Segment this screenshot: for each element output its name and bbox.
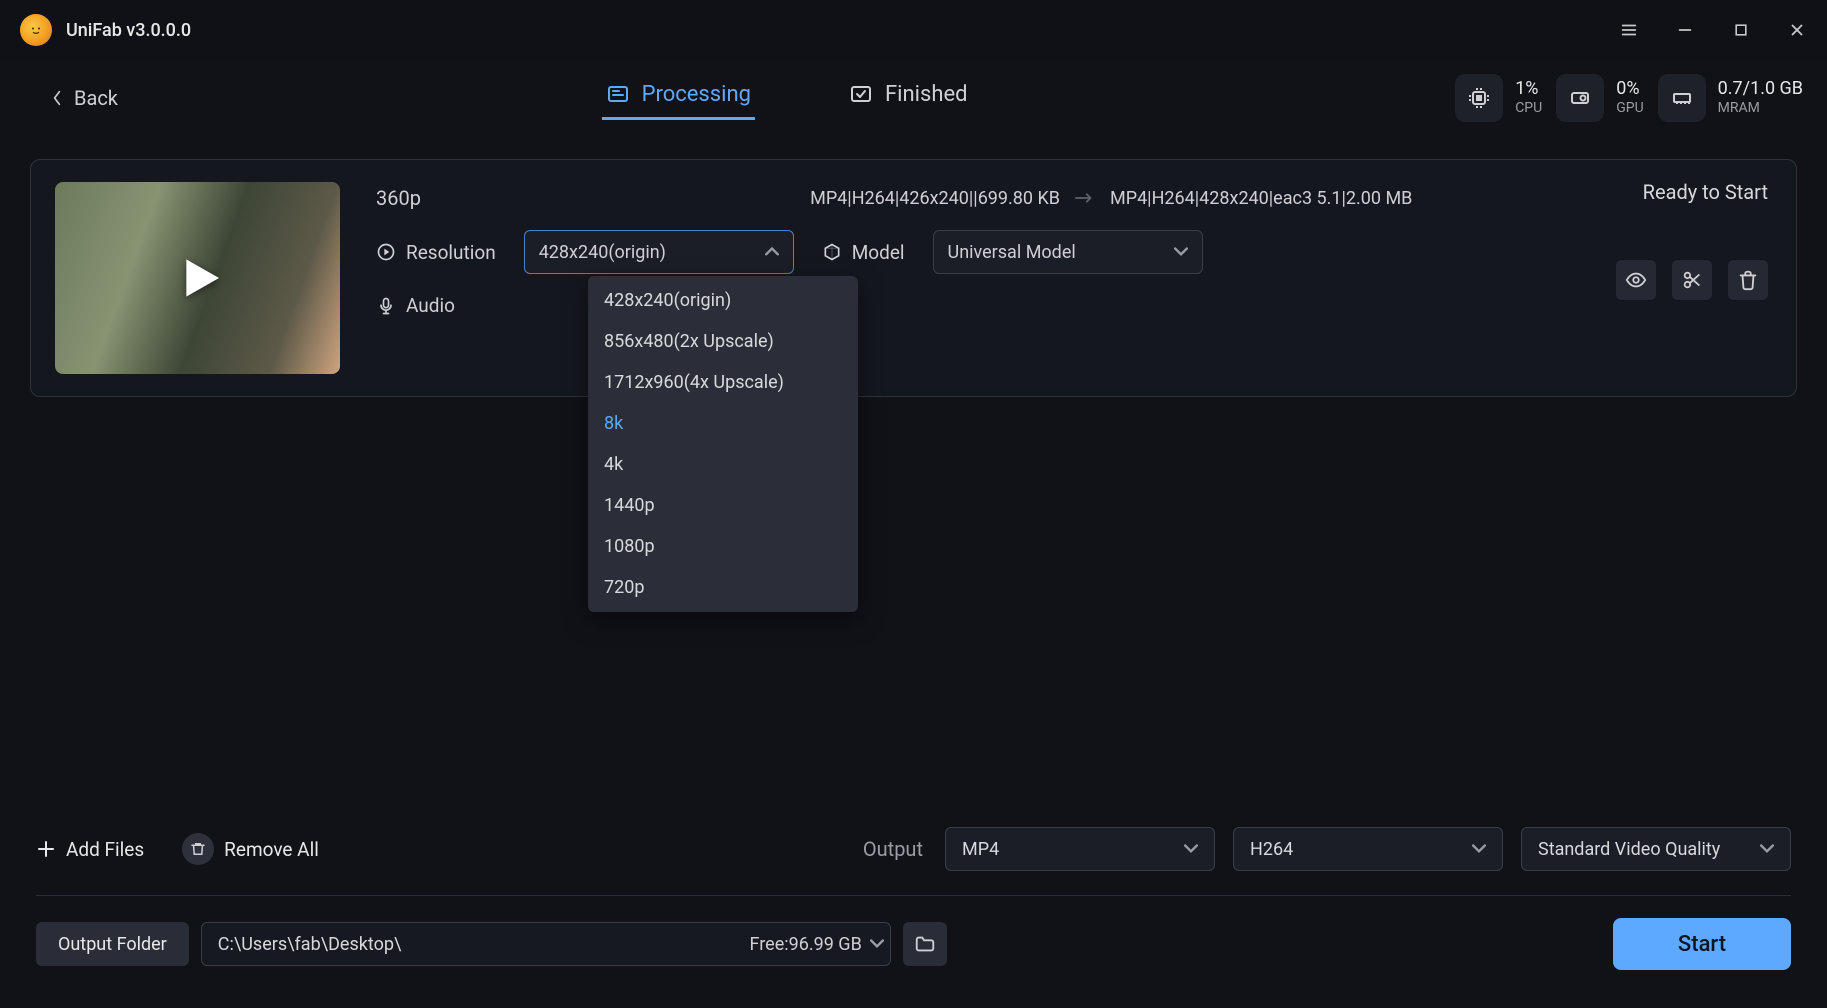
resolution-label: Resolution	[376, 241, 496, 264]
app-title: UniFab v3.0.0.0	[66, 20, 191, 41]
cpu-value: 1%	[1515, 78, 1542, 100]
tab-finished-label: Finished	[885, 82, 968, 107]
output-path-field[interactable]: C:\Users\fab\Desktop\ Free:96.99 GB	[201, 922, 891, 966]
file-status: Ready to Start	[1643, 180, 1768, 204]
source-info: MP4|H264|426x240||699.80 KB	[810, 188, 1060, 209]
back-button[interactable]: Back	[52, 86, 118, 110]
output-path-value: C:\Users\fab\Desktop\	[218, 934, 402, 955]
menu-icon[interactable]	[1619, 20, 1639, 40]
chevron-down-icon	[870, 939, 884, 949]
title-bar: UniFab v3.0.0.0	[0, 0, 1827, 60]
resolution-dropdown: 428x240(origin)856x480(2x Upscale)1712x9…	[588, 276, 858, 612]
output-format-select[interactable]: MP4	[945, 827, 1215, 871]
target-info: MP4|H264|428x240|eac3 5.1|2.00 MB	[1110, 188, 1412, 209]
app-logo-icon	[20, 14, 52, 46]
remove-all-button[interactable]: Remove All	[182, 833, 319, 865]
remove-all-label: Remove All	[224, 838, 319, 861]
top-navigation: Back Processing Finished 1% CPU 0%	[0, 60, 1827, 135]
resolution-select[interactable]: 428x240(origin)	[524, 230, 794, 274]
tab-processing[interactable]: Processing	[602, 76, 755, 120]
model-selected-value: Universal Model	[948, 242, 1076, 263]
maximize-icon[interactable]	[1731, 20, 1751, 40]
processing-icon	[606, 82, 630, 106]
model-label: Model	[822, 241, 905, 264]
audio-label: Audio	[376, 294, 455, 317]
source-quality: 360p	[376, 186, 496, 210]
gpu-label: GPU	[1616, 100, 1643, 117]
mram-icon	[1658, 74, 1706, 122]
trash-icon	[1737, 269, 1759, 291]
output-codec-select[interactable]: H264	[1233, 827, 1503, 871]
tab-finished[interactable]: Finished	[845, 76, 972, 120]
start-button[interactable]: Start	[1613, 918, 1791, 970]
output-quality-value: Standard Video Quality	[1538, 839, 1720, 860]
tab-processing-label: Processing	[642, 82, 751, 107]
microphone-icon	[376, 296, 396, 316]
trash-icon	[182, 833, 214, 865]
chevron-down-icon	[1760, 844, 1774, 854]
model-icon	[822, 242, 842, 262]
mram-label: MRAM	[1718, 100, 1803, 117]
resolution-option[interactable]: 856x480(2x Upscale)	[588, 321, 858, 362]
chevron-down-icon	[1472, 844, 1486, 854]
chevron-down-icon	[1174, 247, 1188, 257]
resolution-option[interactable]: 1080p	[588, 526, 858, 567]
gpu-value: 0%	[1616, 78, 1643, 100]
eye-icon	[1625, 269, 1647, 291]
free-space: Free:96.99 GB	[750, 934, 862, 955]
add-files-button[interactable]: Add Files	[36, 838, 144, 861]
resolution-option[interactable]: 1440p	[588, 485, 858, 526]
preview-button[interactable]	[1616, 260, 1656, 300]
resolution-option[interactable]: 1712x960(4x Upscale)	[588, 362, 858, 403]
chevron-left-icon	[52, 90, 62, 106]
output-quality-select[interactable]: Standard Video Quality	[1521, 827, 1791, 871]
output-codec-value: H264	[1250, 839, 1293, 860]
gpu-icon	[1556, 74, 1604, 122]
scissors-icon	[1681, 269, 1703, 291]
resolution-option[interactable]: 8k	[588, 403, 858, 444]
back-label: Back	[74, 86, 118, 110]
output-label: Output	[863, 837, 923, 861]
arrow-icon	[1074, 192, 1096, 204]
cpu-icon	[1455, 74, 1503, 122]
resolution-option[interactable]: 428x240(origin)	[588, 280, 858, 321]
model-select[interactable]: Universal Model	[933, 230, 1203, 274]
start-label: Start	[1678, 932, 1726, 957]
close-icon[interactable]	[1787, 20, 1807, 40]
file-card: 360p MP4|H264|426x240||699.80 KB MP4|H26…	[30, 159, 1797, 397]
trim-button[interactable]	[1672, 260, 1712, 300]
resolution-option[interactable]: 720p	[588, 567, 858, 608]
cpu-label: CPU	[1515, 100, 1542, 117]
add-files-label: Add Files	[66, 838, 144, 861]
browse-folder-button[interactable]	[903, 922, 947, 966]
stat-mram: 0.7/1.0 GB MRAM	[1658, 74, 1803, 122]
resolution-option[interactable]: 4k	[588, 444, 858, 485]
video-thumbnail[interactable]	[55, 182, 340, 374]
output-folder-label: Output Folder	[58, 934, 167, 955]
stat-gpu: 0% GPU	[1556, 74, 1643, 122]
output-folder-button[interactable]: Output Folder	[36, 922, 189, 966]
chevron-down-icon	[1184, 844, 1198, 854]
plus-icon	[36, 839, 56, 859]
resolution-selected-value: 428x240(origin)	[539, 242, 666, 263]
play-icon	[170, 250, 226, 306]
stat-cpu: 1% CPU	[1455, 74, 1542, 122]
finished-icon	[849, 82, 873, 106]
mram-value: 0.7/1.0 GB	[1718, 78, 1803, 100]
resolution-icon	[376, 242, 396, 262]
delete-button[interactable]	[1728, 260, 1768, 300]
output-format-value: MP4	[962, 839, 999, 860]
folder-icon	[914, 933, 936, 955]
minimize-icon[interactable]	[1675, 20, 1695, 40]
chevron-up-icon	[765, 247, 779, 257]
